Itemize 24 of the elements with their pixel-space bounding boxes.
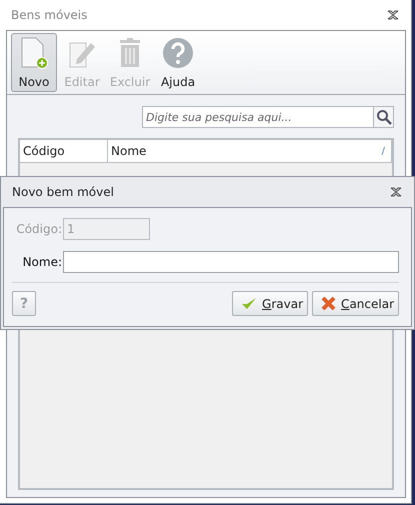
- field-label: Nome:: [22, 255, 63, 269]
- column-title: Nome: [111, 144, 146, 158]
- column-header[interactable]: Nome /: [108, 140, 392, 162]
- window-title: Bens móveis: [11, 8, 88, 22]
- search-button[interactable]: [373, 106, 394, 128]
- search-field[interactable]: Digite sua pesquisa aqui...: [142, 106, 373, 128]
- dialog-title: Novo bem móvel: [12, 185, 114, 199]
- sort-mark: /: [382, 146, 385, 156]
- close-icon[interactable]: [390, 187, 402, 197]
- toolbar-button[interactable]: Novo: [11, 33, 57, 92]
- cancel-button[interactable]: Cancelar: [312, 291, 399, 316]
- field-label: Código:: [15, 222, 63, 236]
- column-title: Código: [23, 144, 65, 158]
- save-button[interactable]: Gravar: [232, 291, 308, 316]
- help-icon: [162, 37, 194, 69]
- search-icon: [376, 109, 392, 125]
- cross-icon: [321, 296, 336, 311]
- trash-icon: [117, 37, 143, 69]
- checkmark-icon: [241, 297, 258, 310]
- input-field[interactable]: [63, 251, 399, 273]
- toolbar-button[interactable]: Ajuda: [155, 33, 201, 92]
- new-document-icon: [19, 37, 49, 69]
- column-header[interactable]: Código: [20, 140, 108, 162]
- close-icon[interactable]: [387, 10, 399, 20]
